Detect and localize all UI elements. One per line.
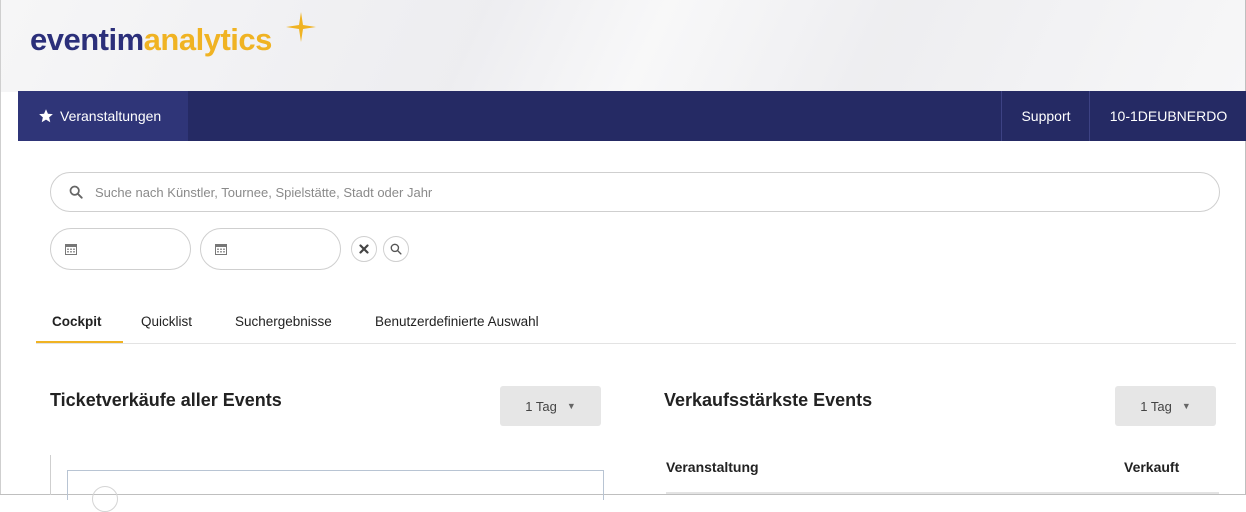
dropdown-value: 1 Tag — [525, 398, 557, 414]
chart-container-edge — [50, 455, 51, 495]
close-icon — [359, 244, 369, 254]
caret-down-icon: ▼ — [566, 401, 576, 411]
caret-down-icon: ▼ — [1181, 401, 1191, 411]
date-to-field[interactable] — [200, 228, 341, 270]
top-events-range-dropdown[interactable]: 1 Tag ▼ — [1115, 386, 1216, 426]
ticket-sales-range-dropdown[interactable]: 1 Tag ▼ — [500, 386, 601, 426]
star-icon — [39, 109, 53, 123]
table-header-verkauft[interactable]: Verkauft — [1124, 459, 1179, 475]
search-icon — [69, 185, 83, 199]
calendar-icon — [65, 244, 77, 255]
clear-filters-button[interactable] — [351, 236, 377, 262]
search-input[interactable] — [93, 183, 1097, 201]
sparkle-icon — [286, 12, 316, 42]
sales-chart-area — [67, 470, 604, 500]
chart-control-circle[interactable] — [92, 486, 118, 512]
search-bar[interactable] — [50, 172, 1220, 212]
nav-support-link[interactable]: Support — [1001, 91, 1090, 141]
search-icon — [390, 243, 402, 255]
tab-bar: Cockpit Quicklist Suchergebnisse Benutze… — [36, 313, 1236, 344]
active-tab-indicator — [36, 341, 123, 343]
table-header-veranstaltung[interactable]: Veranstaltung — [666, 459, 759, 475]
nav-item-label: Veranstaltungen — [60, 108, 162, 124]
calendar-icon — [215, 244, 227, 255]
top-events-title: Verkaufsstärkste Events — [664, 390, 873, 410]
brand-logo[interactable]: eventimanalytics — [30, 20, 272, 60]
apply-search-button[interactable] — [383, 236, 409, 262]
brand-name-part1: eventim — [30, 22, 144, 57]
tab-suchergebnisse[interactable]: Suchergebnisse — [235, 313, 332, 343]
dropdown-value: 1 Tag — [1140, 398, 1172, 414]
tab-cockpit[interactable]: Cockpit — [52, 313, 102, 343]
ticket-sales-title: Ticketverkäufe aller Events — [50, 390, 282, 410]
brand-name-part2: analytics — [143, 22, 273, 57]
nav-user-menu[interactable]: 10-1DEUBNERDO — [1089, 91, 1246, 141]
nav-item-veranstaltungen[interactable]: Veranstaltungen — [18, 91, 188, 141]
date-from-field[interactable] — [50, 228, 191, 270]
table-header-divider — [666, 492, 1219, 494]
top-navbar: Veranstaltungen Support 10-1DEUBNERDO — [18, 91, 1246, 141]
tab-quicklist[interactable]: Quicklist — [141, 313, 192, 343]
tab-benutzerdefinierte-auswahl[interactable]: Benutzerdefinierte Auswahl — [375, 313, 539, 343]
